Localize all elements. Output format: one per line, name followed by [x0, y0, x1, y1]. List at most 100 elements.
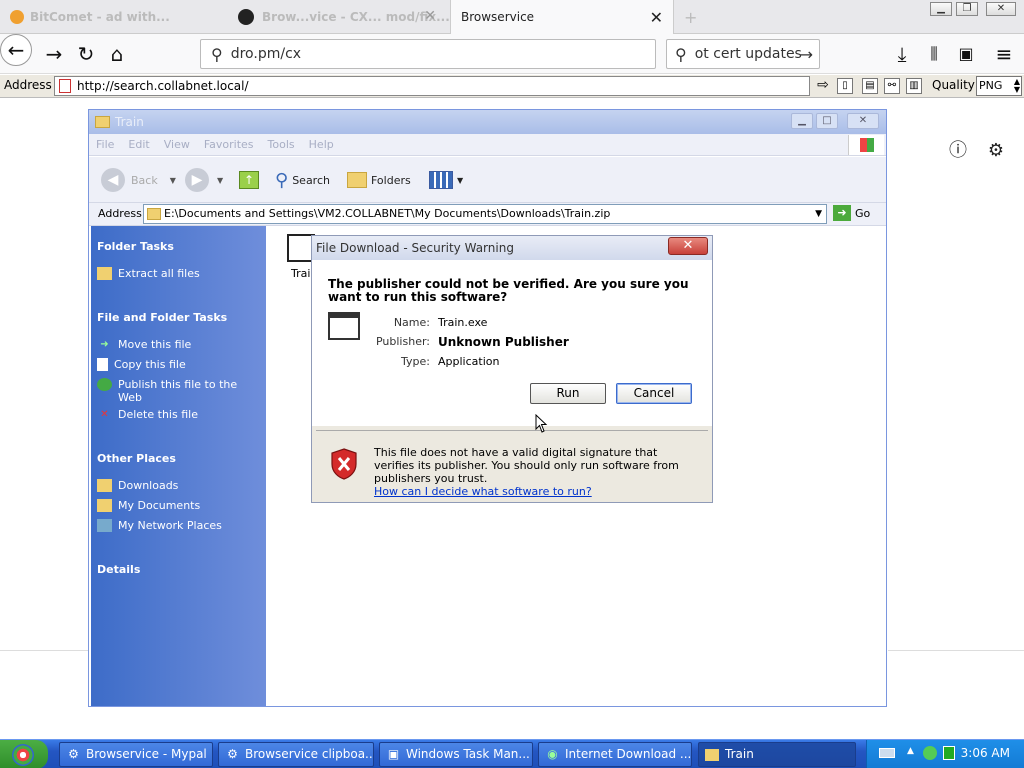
- new-tab-icon[interactable]: +: [684, 8, 697, 27]
- start-button[interactable]: [0, 740, 48, 768]
- folder-tasks-heading: Folder Tasks: [97, 240, 174, 253]
- bookmark-icon[interactable]: ▯: [837, 78, 853, 94]
- close-icon[interactable]: ✕: [424, 8, 436, 24]
- gear-icon[interactable]: ⚙: [985, 140, 1007, 162]
- go-arrow-icon[interactable]: ⇨: [815, 78, 831, 94]
- find-icon[interactable]: ⚯: [884, 78, 900, 94]
- close-button[interactable]: ✕: [668, 237, 708, 255]
- dialog-title-bar[interactable]: File Download - Security Warning ✕: [312, 236, 712, 260]
- go-arrow-icon: ➜: [833, 205, 851, 221]
- task-internet-download[interactable]: ◉ Internet Download ...: [538, 742, 692, 767]
- task-move-file[interactable]: ➜ Move this file: [97, 338, 257, 351]
- menu-file[interactable]: File: [89, 134, 121, 155]
- reload-icon[interactable]: ↻: [72, 40, 100, 68]
- windows-flag-icon: [848, 135, 884, 155]
- task-delete-file[interactable]: ✕ Delete this file: [97, 408, 257, 421]
- security-warning-dialog: File Download - Security Warning ✕ The p…: [311, 235, 713, 503]
- browser-tab-bitcomet[interactable]: BitComet - ad with...: [0, 0, 228, 34]
- folder-icon: [95, 116, 110, 128]
- address-input[interactable]: http://search.collabnet.local/: [54, 76, 810, 96]
- task-label: Copy this file: [114, 358, 186, 371]
- place-my-documents[interactable]: My Documents: [97, 499, 257, 512]
- page-tool-icon[interactable]: ▤: [862, 78, 878, 94]
- task-copy-file[interactable]: Copy this file: [97, 358, 257, 371]
- file-label[interactable]: Trai: [291, 267, 310, 280]
- menu-favorites[interactable]: Favorites: [197, 134, 261, 155]
- sidebar-icon[interactable]: ▣: [952, 40, 980, 68]
- bitcomet-icon: [10, 10, 24, 24]
- minimize-button[interactable]: ▁: [930, 2, 952, 16]
- restore-button[interactable]: ❐: [956, 2, 978, 16]
- place-network[interactable]: My Network Places: [97, 519, 257, 532]
- spinner-icon: ▲ ▼: [1013, 77, 1020, 94]
- clock: 3:06 AM: [960, 746, 1010, 760]
- go-arrow-icon[interactable]: →: [800, 45, 813, 64]
- place-downloads[interactable]: Downloads: [97, 479, 257, 492]
- place-label: My Network Places: [118, 519, 222, 532]
- tab-label: Browservice: [461, 10, 535, 24]
- task-label: Train: [725, 747, 754, 761]
- delete-icon: ✕: [100, 409, 109, 420]
- download-icon[interactable]: ⤓: [888, 40, 916, 68]
- shield-warning-icon: [331, 448, 357, 480]
- status-icon[interactable]: [943, 746, 955, 760]
- run-button[interactable]: Run: [530, 383, 606, 404]
- maximize-button[interactable]: □: [816, 113, 838, 129]
- explorer-address-path: E:\Documents and Settings\VM2.COLLABNET\…: [164, 207, 611, 220]
- info-icon[interactable]: ⓘ: [947, 140, 969, 162]
- home-icon[interactable]: ⌂: [103, 40, 131, 68]
- task-browservice-mypal[interactable]: ⚙ Browservice - Mypal: [59, 742, 213, 767]
- quality-select[interactable]: PNG ▲ ▼: [976, 76, 1022, 96]
- back-button[interactable]: ◀ Back ▼: [101, 167, 176, 193]
- search-button[interactable]: ⚲ Search: [275, 167, 330, 193]
- quality-value: PNG: [979, 79, 1003, 92]
- folder-icon: [97, 479, 112, 492]
- network-icon[interactable]: [923, 746, 937, 760]
- task-browservice-clipboard[interactable]: ⚙ Browservice clipboa...: [218, 742, 374, 767]
- documents-folder-icon: [97, 499, 112, 512]
- copy-icon: [97, 358, 108, 371]
- explorer-title-bar[interactable]: Train ▁ □ ✕: [89, 110, 886, 134]
- keyboard-icon[interactable]: [879, 748, 895, 758]
- name-value: Train.exe: [438, 316, 488, 329]
- system-tray: ▲ 3:06 AM: [866, 740, 1024, 768]
- task-windows-task-manager[interactable]: ▣ Windows Task Man...: [379, 742, 533, 767]
- task-publish-web[interactable]: Publish this file to the Web: [97, 378, 257, 404]
- url-field[interactable]: ⚲ dro.pm/cx: [200, 39, 656, 69]
- forward-button[interactable]: ▶ ▼: [185, 167, 223, 193]
- folders-button[interactable]: Folders: [347, 167, 411, 193]
- views-icon: [429, 171, 453, 189]
- clipboard-icon[interactable]: ▥: [906, 78, 922, 94]
- browser-nav-bar: ← → ↻ ⌂ ⚲ dro.pm/cx ⚲ ot cert updates → …: [0, 34, 1024, 74]
- chevron-up-icon[interactable]: ▲: [907, 746, 914, 756]
- library-icon[interactable]: ⫼: [920, 40, 948, 68]
- go-button[interactable]: ➜ Go: [833, 205, 870, 221]
- help-link[interactable]: How can I decide what software to run?: [374, 485, 694, 498]
- quality-label: Quality: [932, 78, 975, 92]
- up-folder-button[interactable]: ↑: [239, 167, 259, 193]
- cancel-button[interactable]: Cancel: [616, 383, 692, 404]
- back-label: Back: [131, 173, 158, 187]
- close-window-button[interactable]: ✕: [986, 2, 1016, 16]
- task-train[interactable]: Train: [698, 742, 856, 767]
- menu-tools[interactable]: Tools: [261, 134, 302, 155]
- search-field[interactable]: ⚲ ot cert updates →: [666, 39, 820, 69]
- forward-arrow-icon[interactable]: →: [40, 40, 68, 68]
- menu-icon[interactable]: ≡: [990, 40, 1018, 68]
- menu-help[interactable]: Help: [302, 134, 341, 155]
- views-button[interactable]: ▼: [429, 167, 463, 193]
- task-extract-all[interactable]: Extract all files: [97, 267, 257, 280]
- back-arrow-icon[interactable]: ←: [0, 34, 32, 66]
- minimize-button[interactable]: ▁: [791, 113, 813, 129]
- browser-tab-browservice[interactable]: Browservice ✕: [450, 0, 674, 34]
- task-label: Internet Download ...: [565, 747, 692, 761]
- close-icon[interactable]: ✕: [650, 8, 663, 27]
- gear-icon: ⚙: [68, 747, 79, 761]
- browser-tab-github[interactable]: Brow...vice - CX... mod/fix... ✕: [228, 0, 450, 34]
- explorer-address-input[interactable]: E:\Documents and Settings\VM2.COLLABNET\…: [143, 204, 827, 224]
- menu-view[interactable]: View: [157, 134, 197, 155]
- menu-edit[interactable]: Edit: [121, 134, 156, 155]
- chevron-down-icon[interactable]: ▼: [815, 205, 822, 223]
- address-toolbar: Address http://search.collabnet.local/ ⇨…: [0, 75, 1024, 98]
- close-button[interactable]: ✕: [847, 113, 879, 129]
